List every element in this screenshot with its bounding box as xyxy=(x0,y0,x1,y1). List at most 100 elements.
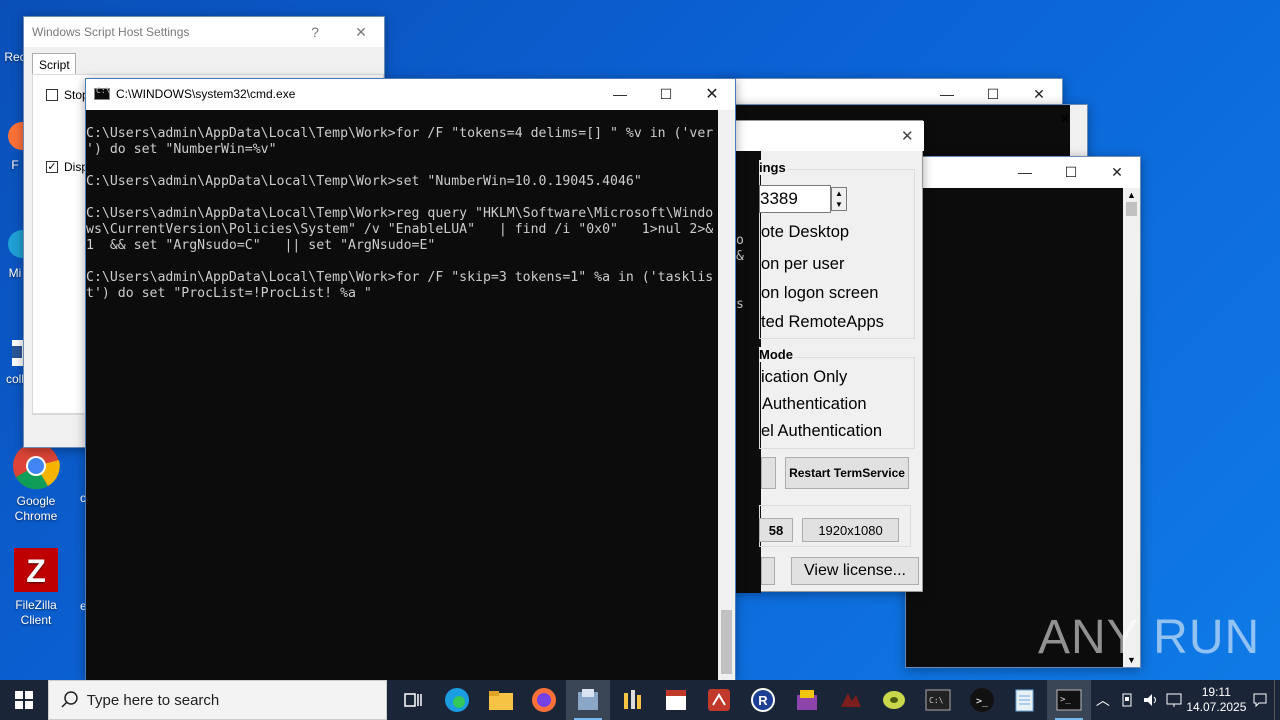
filezilla-icon: Z xyxy=(12,546,60,594)
desktop-icon-filezilla[interactable]: Z FileZilla Client xyxy=(6,546,66,628)
settings-group-title: ings xyxy=(759,160,788,175)
notification-center-button[interactable] xyxy=(1246,680,1274,720)
tab-script[interactable]: Script xyxy=(32,53,76,75)
console-area xyxy=(906,188,1123,667)
show-desktop-button[interactable] xyxy=(1274,680,1280,720)
taskbar-r-app[interactable]: R xyxy=(741,680,785,720)
taskbar-clock[interactable]: 19:11 14.07.2025 xyxy=(1186,685,1246,715)
minimize-button[interactable]: — xyxy=(1002,157,1048,187)
rdp-config-window[interactable]: ✕ o & s ings 3389 ▲ ▼ ote Desktop on per… xyxy=(730,120,924,593)
port-spinner[interactable]: ▲ ▼ xyxy=(831,187,847,211)
scrollbar[interactable] xyxy=(1070,105,1087,159)
console-line: C:\Users\admin\AppData\Local\Temp\Work>f… xyxy=(86,270,714,285)
start-button[interactable] xyxy=(0,680,48,720)
background-cmd-window-3[interactable]: — ☐ ✕ ▲ ▼ xyxy=(905,156,1141,668)
close-button[interactable]: ✕ xyxy=(338,17,384,47)
task-view-button[interactable] xyxy=(391,680,435,720)
tray-volume[interactable] xyxy=(1139,680,1163,720)
windows-logo-icon xyxy=(14,691,33,709)
console-char: & xyxy=(736,249,744,264)
option-logon-screen[interactable]: on logon screen xyxy=(761,284,878,303)
console-line: C:\Users\admin\AppData\Local\Temp\Work>r… xyxy=(86,206,714,221)
spin-down-icon[interactable]: ▼ xyxy=(832,199,846,210)
cmd-window[interactable]: C:\ C:\WINDOWS\system32\cmd.exe — ☐ ✕ C:… xyxy=(85,78,736,680)
chevron-up-icon: ︿ xyxy=(1095,692,1110,708)
r-app-icon: R xyxy=(751,688,776,712)
scroll-thumb[interactable] xyxy=(1126,202,1137,216)
usb-icon xyxy=(1122,693,1132,707)
minimize-button[interactable]: — xyxy=(597,79,643,109)
display-checkbox[interactable]: ✓ xyxy=(46,161,58,173)
close-button[interactable]: ✕ xyxy=(901,127,914,145)
tray-network-status[interactable] xyxy=(1115,680,1139,720)
taskbar-console-app[interactable]: C:\ xyxy=(916,680,960,720)
mode-option-1[interactable]: ication Only xyxy=(761,368,847,387)
console-line: t') do set "ProcList=!ProcList! %a " xyxy=(86,286,372,301)
archive-icon xyxy=(796,690,817,710)
option-session-per-user[interactable]: on per user xyxy=(761,255,844,274)
console-line: C:\Users\admin\AppData\Local\Temp\Work>f… xyxy=(86,126,714,141)
tools-icon xyxy=(623,690,641,709)
console-output[interactable]: C:\Users\admin\AppData\Local\Temp\Work>f… xyxy=(86,110,718,680)
option-remoteapps[interactable]: ted RemoteApps xyxy=(761,313,884,332)
desktop-icon-chrome[interactable]: Google Chrome xyxy=(6,442,66,524)
search-icon xyxy=(61,691,78,708)
text-editor-icon xyxy=(665,690,686,710)
close-button[interactable]: ✕ xyxy=(689,79,735,109)
taskbar-editor-app[interactable] xyxy=(654,680,698,720)
scroll-thumb[interactable] xyxy=(721,610,732,674)
mode-option-3[interactable]: el Authentication xyxy=(761,422,882,441)
taskbar-winrar-app[interactable] xyxy=(785,680,829,720)
option-remote-desktop[interactable]: ote Desktop xyxy=(761,223,849,242)
close-button[interactable]: ✕ xyxy=(1094,157,1140,187)
taskbar: Type here to search R C:\ >_ >_ ︿ 19:11 … xyxy=(0,680,1280,720)
resolution-button-1[interactable]: 58 xyxy=(759,518,793,542)
taskbar-red-app[interactable] xyxy=(697,680,741,720)
maximize-button[interactable]: ☐ xyxy=(643,79,689,109)
console-char: o xyxy=(736,233,744,248)
console-line: 1 && set "ArgNsudo=C" || set "ArgNsudo=E… xyxy=(86,238,436,253)
help-button[interactable]: ? xyxy=(292,17,338,47)
cmd-titlebar[interactable]: C:\ C:\WINDOWS\system32\cmd.exe — ☐ ✕ xyxy=(86,79,735,109)
restart-termservice-button[interactable]: Restart TermService xyxy=(785,457,909,489)
resolution-button-2[interactable]: 1920x1080 xyxy=(802,518,899,542)
svg-text:Z: Z xyxy=(26,553,46,589)
view-license-button[interactable]: View license... xyxy=(791,557,919,585)
svg-text:>_: >_ xyxy=(976,696,989,707)
partial-button[interactable] xyxy=(761,457,776,489)
mode-option-2[interactable]: Authentication xyxy=(762,395,867,414)
taskbar-tool-app[interactable] xyxy=(610,680,654,720)
taskbar-setup-app[interactable] xyxy=(566,680,611,720)
taskbar-cmd[interactable]: >_ xyxy=(1047,680,1091,720)
close-button[interactable]: ✕ xyxy=(1059,111,1071,128)
cmd-scrollbar[interactable] xyxy=(718,110,735,680)
spin-up-icon[interactable]: ▲ xyxy=(832,188,846,199)
dragon-icon xyxy=(840,693,861,707)
taskbar-search-box[interactable]: Type here to search xyxy=(47,680,388,720)
task-view-icon xyxy=(404,693,423,707)
taskbar-terminal-app[interactable]: >_ xyxy=(960,680,1004,720)
taskbar-file-explorer[interactable] xyxy=(479,680,523,720)
scroll-up-icon[interactable]: ▲ xyxy=(1123,190,1140,200)
taskbar-kiwi-app[interactable] xyxy=(872,680,916,720)
maximize-button[interactable]: ☐ xyxy=(1048,157,1094,187)
taskbar-notepad[interactable] xyxy=(1004,680,1048,720)
kiwi-icon xyxy=(883,691,906,709)
partial-button-2[interactable] xyxy=(761,557,775,585)
stop-checkbox[interactable] xyxy=(46,89,58,101)
taskbar-firefox[interactable] xyxy=(523,680,567,720)
port-input[interactable]: 3389 xyxy=(759,185,831,213)
taskbar-edge[interactable] xyxy=(435,680,479,720)
title-strip xyxy=(731,121,924,151)
console-line: C:\Users\admin\AppData\Local\Temp\Work>s… xyxy=(86,174,642,189)
console-line: ') do set "NumberWin=%v" xyxy=(86,142,277,157)
svg-text:R: R xyxy=(758,693,768,708)
tray-display[interactable] xyxy=(1162,680,1186,720)
window-title: C:\WINDOWS\system32\cmd.exe xyxy=(116,87,296,101)
scrollbar[interactable]: ▲ ▼ xyxy=(1123,188,1140,667)
show-hidden-icons-button[interactable]: ︿ xyxy=(1091,680,1115,720)
monitor-icon xyxy=(1166,693,1182,707)
taskbar-dark-red-app[interactable] xyxy=(829,680,873,720)
